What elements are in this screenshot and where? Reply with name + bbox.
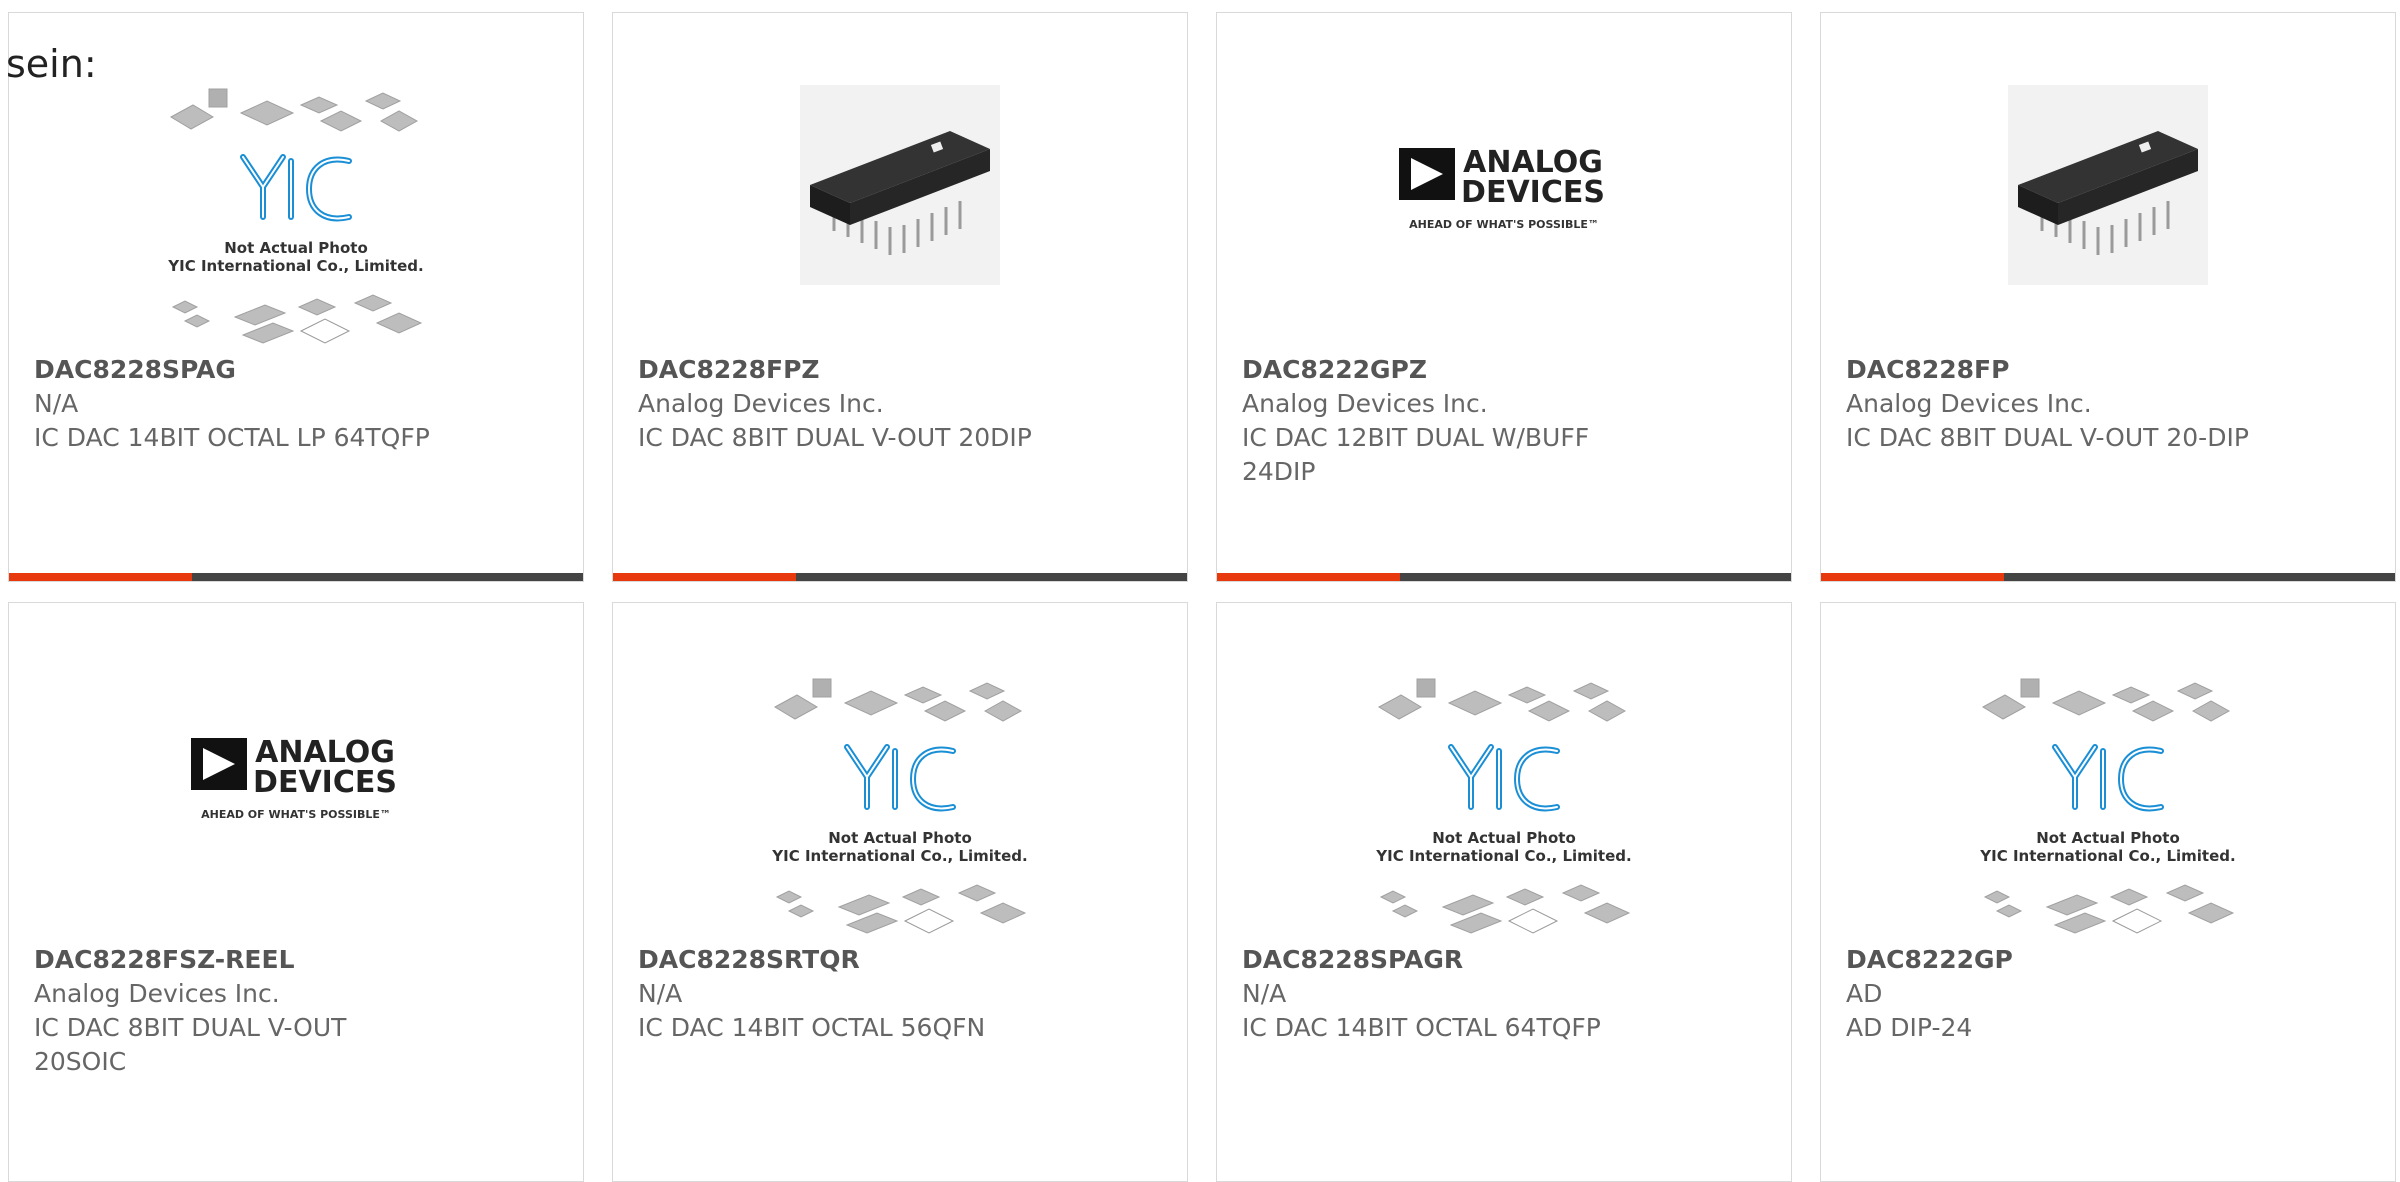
part-number[interactable]: DAC8228SPAG [34, 353, 454, 387]
description: IC DAC 8BIT DUAL V-OUT 20SOIC [34, 1013, 347, 1076]
part-number[interactable]: DAC8228SRTQR [638, 943, 1058, 977]
product-card[interactable]: DAC8222GPZ Analog Devices Inc. IC DAC 12… [1216, 12, 1792, 582]
manufacturer: Analog Devices Inc. [638, 389, 884, 418]
product-card[interactable]: Not Actual Photo YIC International Co., … [1216, 602, 1792, 1182]
product-card[interactable]: Not Actual Photo YIC International Co., … [1820, 602, 2396, 1182]
yic-company-text: YIC International Co., Limited. [1375, 847, 1631, 865]
dip-chip-photo-icon [2008, 85, 2208, 285]
card-bar [1821, 573, 2395, 581]
not-actual-photo-text: Not Actual Photo [2036, 829, 2180, 847]
analog-devices-logo-icon [1399, 138, 1609, 238]
card-bar [1217, 573, 1791, 581]
part-number[interactable]: DAC8228FP [1846, 353, 2266, 387]
part-number[interactable]: DAC8228FSZ-REEL [34, 943, 374, 977]
manufacturer: N/A [1242, 979, 1287, 1008]
yic-company-text: YIC International Co., Limited. [771, 847, 1027, 865]
product-card[interactable]: DAC8228FP Analog Devices Inc. IC DAC 8BI… [1820, 12, 2396, 582]
description: IC DAC 14BIT OCTAL LP 64TQFP [34, 423, 430, 452]
description: IC DAC 8BIT DUAL V-OUT 20-DIP [1846, 423, 2249, 452]
description: AD DIP-24 [1846, 1013, 1973, 1042]
yic-placeholder-icon: Not Actual Photo YIC International Co., … [771, 667, 1045, 943]
description: IC DAC 12BIT DUAL W/BUFF 24DIP [1242, 423, 1590, 486]
yic-company-text: YIC International Co., Limited. [1979, 847, 2235, 865]
card-bar [613, 573, 1187, 581]
manufacturer: Analog Devices Inc. [1846, 389, 2092, 418]
manufacturer: N/A [34, 389, 79, 418]
yic-placeholder-icon: Not Actual Photo YIC International Co., … [1375, 667, 1649, 943]
part-number[interactable]: DAC8222GPZ [1242, 353, 1622, 387]
product-card[interactable]: Not Actual Photo YIC International Co., … [612, 602, 1188, 1182]
part-number[interactable]: DAC8222GP [1846, 943, 2266, 977]
intro-text: sein: [6, 42, 97, 86]
description: IC DAC 14BIT OCTAL 56QFN [638, 1013, 986, 1042]
product-card[interactable]: DAC8228FPZ Analog Devices Inc. IC DAC 8B… [612, 12, 1188, 582]
description: IC DAC 14BIT OCTAL 64TQFP [1242, 1013, 1601, 1042]
dip-chip-photo-icon [800, 85, 1000, 285]
yic-placeholder-icon: Not Actual Photo YIC International Co., … [1979, 667, 2253, 943]
card-bar [9, 573, 583, 581]
product-card[interactable]: Not Actual Photo YIC International Co., … [8, 12, 584, 582]
product-card[interactable]: DAC8228FSZ-REEL Analog Devices Inc. IC D… [8, 602, 584, 1182]
manufacturer: N/A [638, 979, 683, 1008]
analog-devices-logo-icon [191, 728, 401, 828]
not-actual-photo-text: Not Actual Photo [828, 829, 972, 847]
product-grid: Not Actual Photo YIC International Co., … [0, 0, 2400, 1182]
not-actual-photo-text: Not Actual Photo [224, 239, 368, 257]
part-number[interactable]: DAC8228SPAGR [1242, 943, 1662, 977]
manufacturer: Analog Devices Inc. [1242, 389, 1488, 418]
yic-placeholder-icon: Not Actual Photo YIC International Co., … [167, 77, 441, 353]
not-actual-photo-text: Not Actual Photo [1432, 829, 1576, 847]
manufacturer: AD [1846, 979, 1883, 1008]
part-number[interactable]: DAC8228FPZ [638, 353, 1058, 387]
manufacturer: Analog Devices Inc. [34, 979, 280, 1008]
yic-company-text: YIC International Co., Limited. [167, 257, 423, 275]
description: IC DAC 8BIT DUAL V-OUT 20DIP [638, 423, 1032, 452]
